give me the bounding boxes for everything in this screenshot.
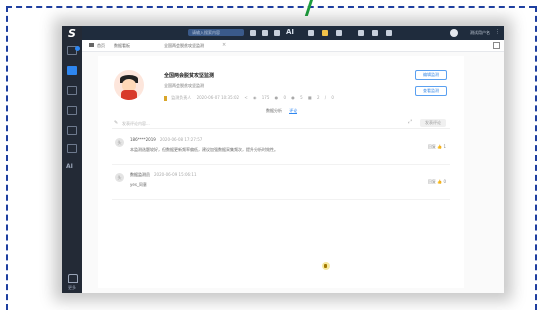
- thumb-up-icon[interactable]: 👍: [437, 179, 442, 184]
- sub-tabs: 数据分析 评论: [266, 108, 298, 114]
- search-input[interactable]: 请输入搜索内容: [188, 29, 244, 36]
- app-window: S AI 更多 请输入搜索内容 AI 测试用户名 ⋮ 首页 数据看板 全国两会脱…: [62, 26, 504, 293]
- share-count: 0: [331, 95, 334, 100]
- close-icon[interactable]: ×: [222, 42, 226, 48]
- reply-button[interactable]: 回复: [428, 144, 436, 149]
- edit-monitor-button[interactable]: 编辑监测: [415, 70, 447, 80]
- dashed-border-top: [6, 6, 535, 8]
- view-count: 175: [261, 95, 270, 100]
- tab-current[interactable]: 全国两会脱贫攻坚监测: [164, 43, 204, 49]
- tab-home[interactable]: 首页: [97, 43, 105, 49]
- pencil-icon: ✎: [114, 120, 119, 126]
- sidebar-item-dashboard[interactable]: [67, 66, 77, 75]
- monitor-avatar: [114, 70, 144, 100]
- meta-row: 监测负责人 2020-06-07 10:35:02 < ◉ 175 ● 0 ● …: [164, 95, 338, 101]
- comment-likes: 0: [443, 179, 446, 184]
- chat-icon[interactable]: [322, 30, 328, 36]
- owner[interactable]: 监测负责人: [171, 95, 191, 100]
- search-icon[interactable]: [250, 30, 256, 36]
- comment-item: 头 186****2019 2020-06-08 17:27:57 本监测选题较好…: [112, 134, 450, 165]
- view-monitor-button[interactable]: 查看监测: [415, 86, 447, 96]
- mouse-cursor: [322, 262, 330, 270]
- reply-button[interactable]: 回复: [428, 179, 436, 184]
- tab-parent[interactable]: 数据看板: [114, 43, 130, 49]
- expand-icon[interactable]: [493, 42, 500, 49]
- notification-dot: [75, 46, 80, 51]
- bell-icon[interactable]: [336, 30, 342, 36]
- grid-icon[interactable]: [372, 30, 378, 36]
- main-content: 全国两会脱贫攻坚监测 全国两会脱贫攻坚监测 监测负责人 2020-06-07 1…: [98, 56, 464, 288]
- comment-item: 头 数据监测员 2020-06-09 15:06:11 yes_同意 回复 👍 0: [112, 169, 450, 200]
- view-icon: ◉: [252, 95, 257, 100]
- sidebar-item-stats[interactable]: [67, 144, 77, 153]
- share-count-icon: /: [324, 95, 327, 100]
- page-subtitle: 全国两会脱贫攻坚监测: [164, 83, 204, 88]
- lock-icon[interactable]: [308, 30, 314, 36]
- thumb-up-icon[interactable]: 👍: [437, 144, 442, 149]
- comment-count: 0: [283, 95, 286, 100]
- more-icon[interactable]: ⋮: [495, 29, 500, 35]
- pin-icon: [164, 95, 167, 101]
- sidebar-item-ai[interactable]: AI: [66, 163, 73, 170]
- comment-actions: 回复 👍 1: [428, 144, 446, 150]
- sidebar-item-reports[interactable]: [67, 86, 77, 95]
- sidebar-item-data[interactable]: [67, 106, 77, 115]
- comment-user[interactable]: 186****2019: [130, 137, 156, 142]
- page-title: 全国两会脱贫攻坚监测: [164, 73, 215, 79]
- app-logo: S: [68, 27, 76, 40]
- home-icon[interactable]: [262, 30, 268, 36]
- top-bar: 请输入搜索内容 AI 测试用户名 ⋮: [82, 26, 504, 40]
- annotation-arrow: [304, 0, 313, 16]
- user-icon[interactable]: [386, 30, 392, 36]
- resize-icon[interactable]: ⤢: [408, 119, 412, 125]
- favorite-count: 2: [316, 95, 320, 100]
- comment-icon: ●: [274, 95, 279, 100]
- comment-actions: 回复 👍 0: [428, 179, 446, 185]
- avatar[interactable]: [450, 29, 458, 37]
- comment-likes: 1: [443, 144, 446, 149]
- comment-avatar: 头: [115, 138, 124, 147]
- user-name[interactable]: 测试用户名: [470, 29, 490, 37]
- tab-analysis[interactable]: 数据分析: [266, 108, 282, 113]
- tab-bar: 首页 数据看板 全国两会脱贫攻坚监测 ×: [82, 40, 504, 52]
- like-count: 5: [300, 95, 303, 100]
- comment-input-row: ✎ 发表评论内容... ⤢ 发表评论: [112, 118, 450, 129]
- book-icon[interactable]: [274, 30, 280, 36]
- sidebar: S AI 更多: [62, 26, 82, 293]
- favorite-icon: ■: [307, 95, 312, 100]
- sidebar-item-users[interactable]: [67, 126, 77, 135]
- comment-header: 数据监测员 2020-06-09 15:06:11: [130, 172, 196, 178]
- comment-text: yes_同意: [130, 182, 147, 187]
- comment-input[interactable]: 发表评论内容...: [122, 121, 150, 127]
- dashed-border-right: [535, 6, 537, 310]
- home-icon[interactable]: [68, 274, 78, 283]
- comment-avatar: 头: [115, 173, 124, 182]
- share-icon[interactable]: <: [244, 95, 247, 100]
- sidebar-bottom-label: 更多: [68, 285, 76, 290]
- home-tab-icon[interactable]: [89, 43, 94, 47]
- comment-text: 本监测选题较好，但数据更新频率偏低，建议加强数据采集频次，提升分析时效性。: [130, 147, 278, 152]
- tab-comments[interactable]: 评论: [289, 108, 298, 114]
- like-icon: ●: [291, 95, 295, 100]
- comment-time: 2020-06-08 17:27:57: [159, 137, 203, 142]
- comment-user[interactable]: 数据监测员: [130, 172, 150, 177]
- publish-button[interactable]: 发表评论: [420, 119, 446, 127]
- ai-button[interactable]: AI: [286, 28, 294, 36]
- date: 2020-06-07 10:35:02: [196, 95, 240, 100]
- comment-header: 186****2019 2020-06-08 17:27:57: [130, 137, 202, 142]
- dashed-border-left: [6, 6, 8, 310]
- settings-icon[interactable]: [358, 30, 364, 36]
- comment-time: 2020-06-09 15:06:11: [154, 172, 197, 177]
